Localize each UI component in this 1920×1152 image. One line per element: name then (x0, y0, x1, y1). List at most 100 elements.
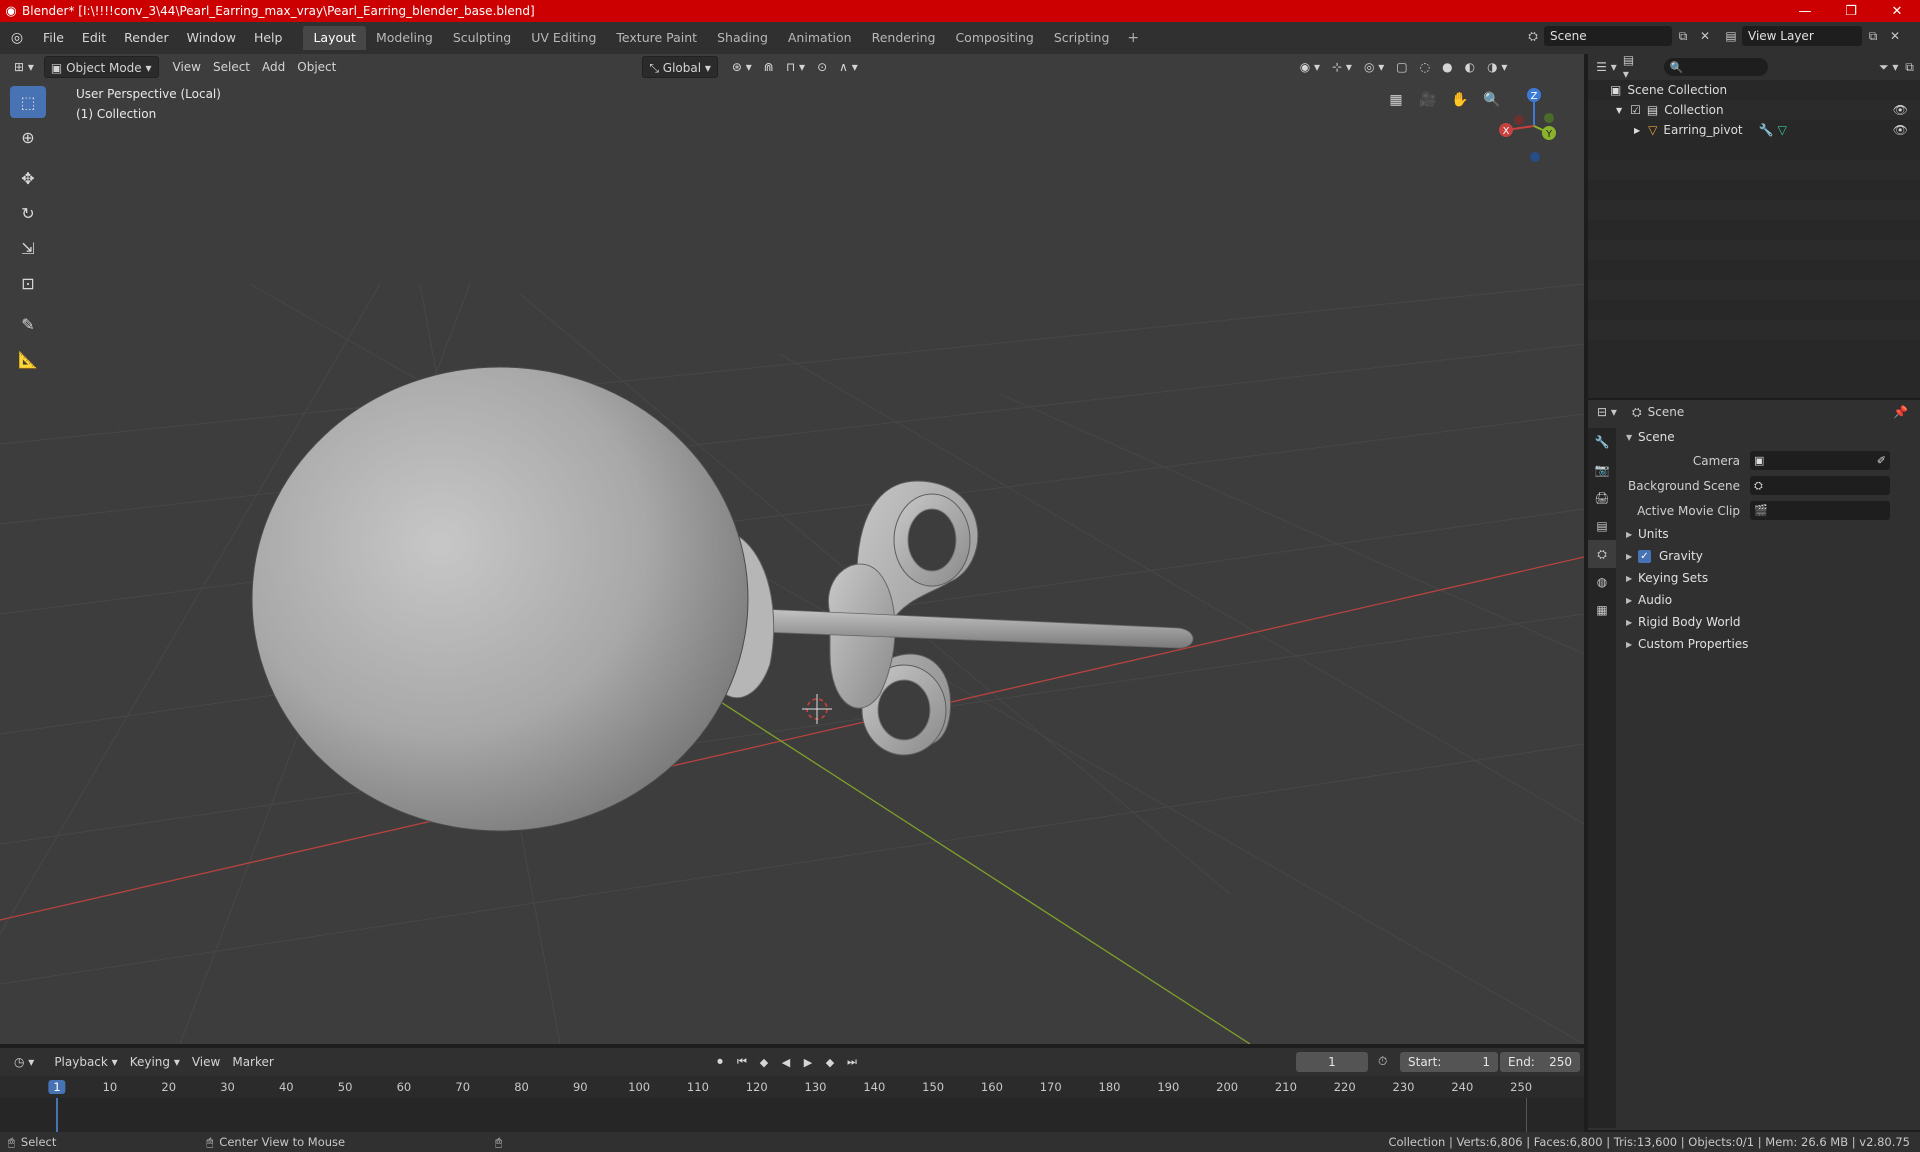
camera-view-icon[interactable]: 🎥 (1414, 86, 1442, 114)
earring-pin[interactable] (759, 608, 1194, 649)
marker-menu[interactable]: Marker (226, 1051, 279, 1073)
panel-units-header[interactable]: ▶ Units (1618, 523, 1918, 545)
rendered-shading-icon[interactable]: ◑ ▾ (1481, 56, 1513, 78)
add-workspace-icon[interactable]: + (1119, 26, 1147, 50)
scene-icon[interactable]: ⛭ (1522, 26, 1544, 46)
expand-arrow-icon[interactable]: ▼ (1616, 106, 1622, 115)
tab-sculpting[interactable]: Sculpting (443, 26, 521, 50)
output-tab-icon[interactable]: 🖨 (1588, 484, 1616, 512)
tab-rendering[interactable]: Rendering (862, 26, 946, 50)
scene-field[interactable]: Scene (1544, 26, 1672, 46)
view-layer-icon[interactable]: ▤ (1720, 26, 1742, 46)
preview-range-icon[interactable]: ⏱ (1378, 1054, 1387, 1069)
menu-render[interactable]: Render (115, 26, 178, 50)
playback-menu[interactable]: Playback ▾ (48, 1051, 123, 1073)
pin-icon[interactable]: 📌 (1893, 405, 1908, 419)
active-movie-clip-field[interactable]: 🎬 (1750, 501, 1890, 520)
tab-animation[interactable]: Animation (778, 26, 862, 50)
jump-end-icon[interactable]: ⏭ (842, 1051, 862, 1073)
playhead-line[interactable] (56, 1098, 58, 1132)
timeline-editor-type-icon[interactable]: ◷ ▾ (8, 1051, 40, 1073)
snap-target-icon[interactable]: ⊓ ▾ (780, 56, 811, 78)
minimize-button[interactable]: — (1782, 0, 1828, 22)
rotate-tool-icon[interactable]: ↻ (10, 197, 46, 229)
outliner-row-scene-collection[interactable]: ▣ Scene Collection (1588, 80, 1920, 100)
menu-select[interactable]: Select (207, 56, 256, 78)
tab-uv-editing[interactable]: UV Editing (521, 26, 606, 50)
grid-view-icon[interactable]: ▦ (1382, 86, 1410, 114)
visibility-icon[interactable]: ◉ ▾ (1294, 56, 1326, 78)
tab-texture-paint[interactable]: Texture Paint (606, 26, 707, 50)
end-frame-field[interactable]: End: 250 (1500, 1052, 1580, 1072)
properties-editor-type-icon[interactable]: ⊟ ▾ (1596, 402, 1618, 422)
tab-shading[interactable]: Shading (707, 26, 778, 50)
outliner-row-collection[interactable]: ▼ ☑ ▤ Collection 👁 (1588, 100, 1920, 120)
new-view-layer-icon[interactable]: ⧉ (1862, 26, 1884, 46)
timeline-ruler[interactable]: 1 10 20 30 40 50 60 70 80 90 100 110 120 130 140 150 160… (0, 1076, 1584, 1098)
record-icon[interactable]: ⏺ (710, 1051, 730, 1073)
outliner-row-earring-pivot[interactable]: ▶ ▽ Earring_pivot 🔧 ▽ 👁 (1588, 120, 1920, 140)
blender-logo-icon[interactable]: ◎ (0, 30, 34, 46)
scale-tool-icon[interactable]: ⇲ (10, 232, 46, 264)
overlay-icon[interactable]: ◎ ▾ (1358, 56, 1390, 78)
panel-rigid-body-world-header[interactable]: ▶ Rigid Body World (1618, 611, 1918, 633)
orientation-dropdown[interactable]: ⤡ Global ▾ (642, 56, 718, 78)
wireframe-shading-icon[interactable]: ◌ (1414, 56, 1436, 78)
view-layer-field[interactable]: View Layer (1742, 26, 1862, 46)
menu-file[interactable]: File (34, 26, 73, 50)
tab-modeling[interactable]: Modeling (366, 26, 443, 50)
menu-help[interactable]: Help (245, 26, 292, 50)
display-mode-icon[interactable]: ▤ ▾ (1623, 53, 1644, 81)
keying-menu[interactable]: Keying ▾ (124, 1051, 186, 1073)
outliner-search-input[interactable]: 🔍 (1663, 58, 1769, 76)
3d-viewport[interactable]: Z X Y ⊞ ▾ ▣ Object Mode ▾ View Select Ad… (0, 54, 1584, 1044)
menu-window[interactable]: Window (178, 26, 245, 50)
editor-type-icon[interactable]: ⊞ ▾ (8, 56, 40, 78)
timeline-view-menu[interactable]: View (186, 1051, 226, 1073)
start-frame-field[interactable]: Start: 1 (1400, 1052, 1498, 1072)
delete-scene-icon[interactable]: ✕ (1694, 26, 1716, 46)
exclude-checkbox-icon[interactable]: ☑ (1630, 103, 1641, 117)
world-tab-icon[interactable]: ◍ (1588, 568, 1616, 596)
expand-arrow-icon[interactable]: ▶ (1634, 126, 1640, 135)
next-keyframe-icon[interactable]: ◆ (820, 1051, 840, 1073)
tab-layout[interactable]: Layout (303, 26, 366, 50)
select-box-icon[interactable]: ⬚ (10, 86, 46, 118)
gizmo-toggle-icon[interactable]: ⊹ ▾ (1326, 56, 1358, 78)
mesh-data-icon[interactable]: ▽ (1778, 123, 1787, 137)
panel-scene-header[interactable]: ▼ Scene (1618, 426, 1918, 448)
mode-dropdown[interactable]: ▣ Object Mode ▾ (43, 56, 159, 78)
scene-tab-icon[interactable]: ⛭ (1588, 540, 1616, 568)
play-reverse-icon[interactable]: ◀ (776, 1051, 796, 1073)
menu-add[interactable]: Add (256, 56, 291, 78)
measure-tool-icon[interactable]: 📐 (10, 343, 46, 375)
new-collection-icon[interactable]: ⧉ (1899, 57, 1920, 77)
pivot-icon[interactable]: ⊛ ▾ (726, 56, 758, 78)
cursor-tool-icon[interactable]: ⊕ (10, 121, 46, 153)
play-icon[interactable]: ▶ (798, 1051, 818, 1073)
menu-object[interactable]: Object (291, 56, 342, 78)
eye-icon[interactable]: 👁 (1893, 103, 1908, 117)
falloff-icon[interactable]: ∧ ▾ (833, 56, 864, 78)
eyedropper-icon[interactable]: ✐ (1877, 454, 1886, 467)
tab-compositing[interactable]: Compositing (945, 26, 1043, 50)
close-button[interactable]: ✕ (1874, 0, 1920, 22)
move-tool-icon[interactable]: ✥ (10, 162, 46, 194)
background-scene-field[interactable]: ⛭ (1750, 476, 1890, 495)
texture-tab-icon[interactable]: ▦ (1588, 596, 1616, 624)
outliner-editor-type-icon[interactable]: ☰ ▾ (1596, 57, 1617, 77)
prev-keyframe-icon[interactable]: ◆ (754, 1051, 774, 1073)
zoom-icon[interactable]: 🔍 (1478, 86, 1506, 114)
filter-icon[interactable]: ⏷ ▾ (1878, 57, 1899, 77)
maximize-button[interactable]: ❐ (1828, 0, 1874, 22)
pan-hand-icon[interactable]: ✋ (1446, 86, 1474, 114)
current-frame-field[interactable]: 1 (1296, 1052, 1368, 1072)
3d-cursor-icon[interactable] (802, 694, 832, 724)
xray-icon[interactable]: ▢ (1390, 56, 1413, 78)
eye-icon[interactable]: 👁 (1893, 123, 1908, 137)
navigation-gizmo[interactable]: Z X Y (1499, 88, 1556, 162)
menu-edit[interactable]: Edit (73, 26, 115, 50)
menu-view[interactable]: View (167, 56, 207, 78)
view-layer-tab-icon[interactable]: ▤ (1588, 512, 1616, 540)
panel-custom-properties-header[interactable]: ▶ Custom Properties (1618, 633, 1918, 655)
